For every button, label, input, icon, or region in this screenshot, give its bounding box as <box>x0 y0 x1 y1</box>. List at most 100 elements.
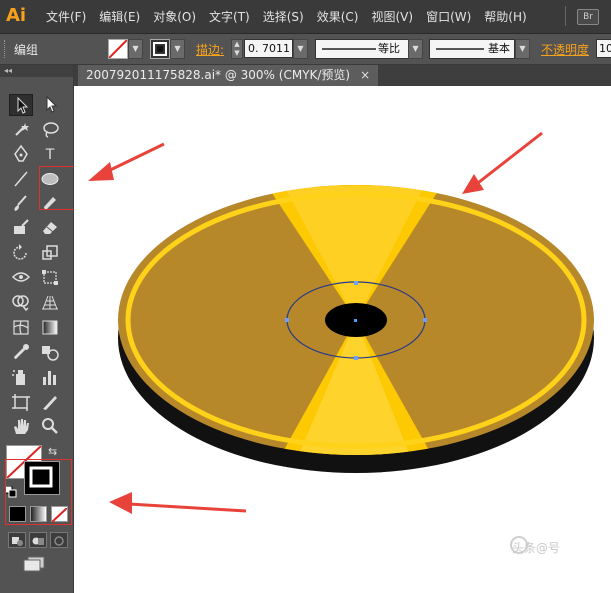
tools-panel: ◂◂ T ⇆ <box>0 65 83 593</box>
brush-definition[interactable]: 基本 <box>429 39 515 59</box>
scale-tool[interactable] <box>38 243 62 265</box>
variable-width-profile[interactable]: 等比 <box>315 39 409 59</box>
hand-icon <box>14 419 29 434</box>
blob-brush-icon <box>14 219 29 234</box>
direct-selection-icon <box>46 95 58 113</box>
menu-select[interactable]: 选择(S) <box>263 8 304 25</box>
paintbrush-tool[interactable] <box>9 193 33 215</box>
profile-dropdown-arrow[interactable]: ▼ <box>408 39 423 59</box>
menu-edit[interactable]: 编辑(E) <box>99 8 140 25</box>
document-tab[interactable]: 200792011175828.ai* @ 300% (CMYK/预览) × <box>78 65 379 86</box>
menu-list: 文件(F) 编辑(E) 对象(O) 文字(T) 选择(S) 效果(C) 视图(V… <box>46 8 540 25</box>
zoom-tool[interactable] <box>38 416 62 438</box>
draw-normal-icon <box>12 537 23 546</box>
eraser-tool[interactable] <box>38 217 62 239</box>
gradient-tool[interactable] <box>38 317 62 339</box>
selection-tool[interactable] <box>9 94 33 116</box>
screen-mode-button[interactable] <box>22 556 46 572</box>
free-transform-tool[interactable] <box>38 267 62 289</box>
eyedropper-icon <box>14 344 29 359</box>
column-graph-tool[interactable] <box>38 367 62 389</box>
illustrator-logo: Ai <box>6 5 27 26</box>
type-tool[interactable]: T <box>38 144 62 166</box>
brush-dropdown-arrow[interactable]: ▼ <box>515 39 530 59</box>
stroke-swatch[interactable] <box>150 39 170 59</box>
menu-type[interactable]: 文字(T) <box>209 8 250 25</box>
magic-wand-tool[interactable] <box>9 119 33 141</box>
profile-line-icon <box>322 48 376 50</box>
stroke-label[interactable]: 描边: <box>196 41 224 58</box>
draw-inside-icon <box>54 536 64 546</box>
screen-mode-icon <box>23 556 45 572</box>
shape-builder-tool[interactable] <box>9 292 33 314</box>
line-segment-tool[interactable] <box>9 169 33 191</box>
mesh-icon <box>13 320 29 335</box>
eyedropper-tool[interactable] <box>9 342 33 364</box>
blend-icon <box>42 346 59 361</box>
menu-help[interactable]: 帮助(H) <box>484 8 526 25</box>
opacity-label[interactable]: 不透明度 <box>541 41 589 58</box>
fill-swatch[interactable] <box>108 39 128 59</box>
swap-colors-icon[interactable]: ⇆ <box>48 445 62 459</box>
perspective-grid-tool[interactable] <box>38 292 62 314</box>
stroke-weight-input[interactable]: 0. 7011 <box>244 39 293 58</box>
bridge-button[interactable]: Br <box>577 9 599 25</box>
blob-brush-tool[interactable] <box>9 217 33 239</box>
cd-illustration[interactable] <box>74 86 611 593</box>
mesh-tool[interactable] <box>9 317 33 339</box>
fill-dropdown-arrow[interactable]: ▼ <box>128 39 143 59</box>
anchor-top[interactable] <box>354 281 358 285</box>
draw-inside-button[interactable] <box>50 532 68 548</box>
anchor-bottom[interactable] <box>354 356 358 360</box>
line-segment-icon <box>14 171 28 187</box>
menu-bar: Ai 文件(F) 编辑(E) 对象(O) 文字(T) 选择(S) 效果(C) 视… <box>0 0 611 34</box>
tab-close-icon[interactable]: × <box>360 68 370 82</box>
menu-window[interactable]: 窗口(W) <box>426 8 471 25</box>
none-fill-icon <box>108 39 128 59</box>
tools-panel-header[interactable]: ◂◂ <box>0 65 73 77</box>
scale-icon <box>42 245 58 260</box>
symbol-sprayer-tool[interactable] <box>9 367 33 389</box>
lasso-tool[interactable] <box>38 119 62 141</box>
blend-tool[interactable] <box>38 342 62 364</box>
menu-view[interactable]: 视图(V) <box>371 8 413 25</box>
selection-type-label: 编组 <box>14 43 39 57</box>
column-graph-icon <box>43 371 56 385</box>
anchor-right[interactable] <box>423 318 427 322</box>
width-icon <box>11 272 31 282</box>
document-title: 200792011175828.ai* @ 300% (CMYK/预览) <box>86 68 351 82</box>
profile-label: 等比 <box>378 42 400 55</box>
color-widget-highlight <box>5 459 72 525</box>
draw-normal-button[interactable] <box>8 532 26 548</box>
center-point <box>354 319 357 322</box>
direct-selection-tool[interactable] <box>38 94 62 116</box>
document-tab-bar: 200792011175828.ai* @ 300% (CMYK/预览) × <box>74 65 611 86</box>
watermark-text: 头条@号 <box>512 541 561 555</box>
menu-file[interactable]: 文件(F) <box>46 8 86 25</box>
artboard-icon <box>12 394 30 411</box>
rotate-tool[interactable] <box>9 243 33 265</box>
menu-object[interactable]: 对象(O) <box>153 8 196 25</box>
symbol-sprayer-icon <box>12 370 25 385</box>
stroke-weight-spinner[interactable]: ▲ ▼ <box>231 39 243 59</box>
gradient-icon <box>42 320 58 335</box>
slice-tool[interactable] <box>38 392 62 414</box>
menu-effect[interactable]: 效果(C) <box>317 8 359 25</box>
annotation-arrow-top-left <box>88 142 165 181</box>
artboard-tool[interactable] <box>9 392 33 414</box>
artboard-canvas[interactable]: 头条@号 <box>74 86 611 593</box>
stroke-weight-dropdown[interactable]: ▼ <box>293 39 308 59</box>
eraser-icon <box>43 222 57 234</box>
annotation-arrow-top-right <box>462 131 543 194</box>
opacity-input[interactable]: 10 <box>596 39 611 58</box>
hand-tool[interactable] <box>9 416 33 438</box>
free-transform-icon <box>42 270 58 285</box>
selection-arrow-icon <box>17 96 29 114</box>
width-tool[interactable] <box>9 267 33 289</box>
shape-builder-icon <box>12 295 29 312</box>
anchor-left[interactable] <box>285 318 289 322</box>
draw-behind-button[interactable] <box>29 532 47 548</box>
pen-tool[interactable] <box>9 144 33 166</box>
control-bar-grip[interactable] <box>4 40 8 58</box>
stroke-dropdown-arrow[interactable]: ▼ <box>170 39 185 59</box>
